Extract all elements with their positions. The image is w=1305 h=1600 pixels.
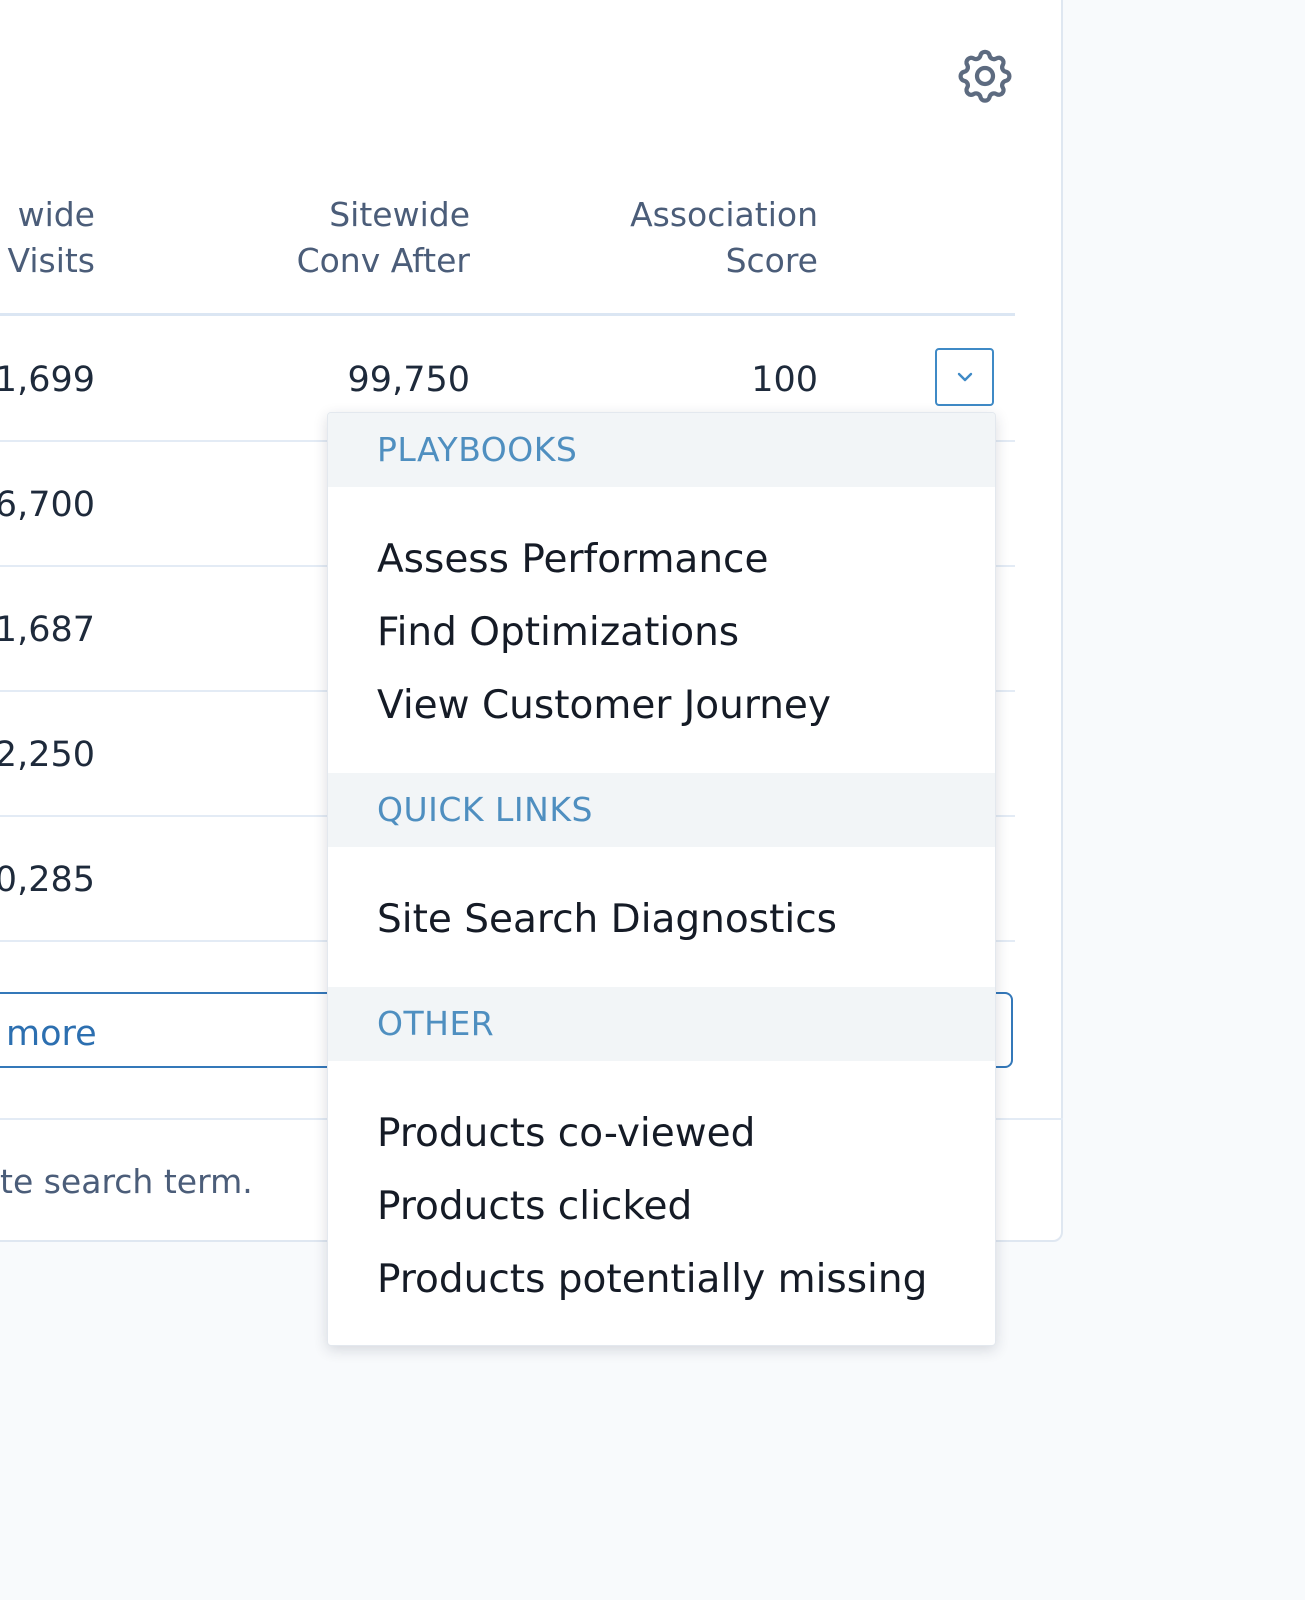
chevron-down-icon [957, 372, 972, 382]
column-header-association-score[interactable]: Association Score [630, 192, 818, 284]
menu-item-products-co-viewed[interactable]: Products co-viewed [328, 1097, 995, 1170]
menu-section-playbooks-header: PLAYBOOKS [328, 413, 995, 487]
menu-item-site-search-diagnostics[interactable]: Site Search Diagnostics [328, 883, 995, 956]
column-header-visits-line2: Visits [7, 241, 95, 280]
table-cell-visits: 1,699 [0, 360, 95, 400]
menu-item-view-customer-journey[interactable]: View Customer Journey [328, 669, 995, 742]
table-cell-association-score: 100 [751, 360, 818, 400]
table-cell-conv-after: 99,750 [347, 360, 470, 400]
gear-icon[interactable] [953, 44, 1017, 108]
column-header-conv-after-line2: Conv After [296, 241, 470, 280]
menu-item-products-potentially-missing[interactable]: Products potentially missing [328, 1243, 995, 1316]
footnote-text: te search term. [0, 1162, 253, 1201]
row-actions-toggle[interactable] [935, 348, 994, 406]
table-cell-visits: 0,285 [0, 860, 95, 900]
table-cell-visits: 2,250 [0, 735, 95, 775]
column-header-visits-line1: wide [17, 195, 95, 234]
table-cell-visits: 6,700 [0, 485, 95, 525]
column-header-conv-after[interactable]: Sitewide Conv After [297, 192, 470, 284]
menu-item-products-clicked[interactable]: Products clicked [328, 1170, 995, 1243]
menu-section-other-header: OTHER [328, 987, 995, 1061]
column-header-association-score-line1: Association [630, 195, 818, 234]
menu-section-quick-links-header: QUICK LINKS [328, 773, 995, 847]
row-actions-menu: PLAYBOOKS Assess Performance Find Optimi… [327, 412, 996, 1346]
column-header-conv-after-line1: Sitewide [329, 195, 470, 234]
column-header-visits[interactable]: wide Visits [7, 192, 95, 284]
column-header-association-score-line2: Score [725, 241, 818, 280]
table-cell-visits: 1,687 [0, 610, 95, 650]
menu-item-assess-performance[interactable]: Assess Performance [328, 523, 995, 596]
page: wide Visits Sitewide Conv After Associat… [0, 0, 1305, 1600]
menu-item-find-optimizations[interactable]: Find Optimizations [328, 596, 995, 669]
show-more-label[interactable]: more [6, 1012, 97, 1056]
header-divider [0, 313, 1015, 316]
